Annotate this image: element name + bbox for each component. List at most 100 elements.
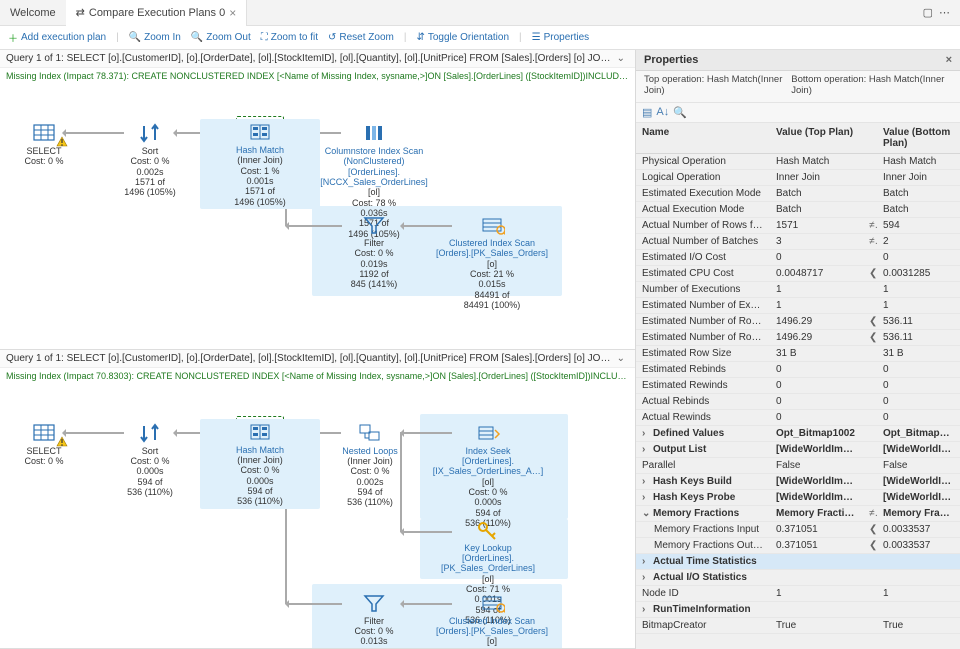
hash-match-node[interactable]: Hash Match (Inner Join) Cost: 0 % 0.000s… (200, 419, 320, 509)
property-row[interactable]: Node ID11 (636, 586, 960, 602)
clustered-index-scan-node[interactable]: Clustered Index Scan [Orders].[PK_Sales_… (432, 214, 552, 310)
zoom-out-button[interactable]: 🔍Zoom Out (191, 32, 251, 43)
property-row[interactable]: Estimated Rewinds00 (636, 378, 960, 394)
top-missing-index[interactable]: Missing Index (Impact 78.371): CREATE NO… (0, 68, 635, 84)
toggle-orientation-button[interactable]: ⇵Toggle Orientation (416, 32, 509, 43)
zoom-in-button[interactable]: 🔍Zoom In (129, 32, 181, 43)
sort-icon (90, 122, 210, 144)
select-node[interactable]: SELECT Cost: 0 % (0, 122, 104, 167)
node-title: Filter (314, 238, 434, 248)
property-row[interactable]: Physical OperationHash MatchHash Match (636, 154, 960, 170)
close-tab-icon[interactable]: × (229, 6, 236, 20)
tab-compare-plans[interactable]: ⇄ Compare Execution Plans 0 × (66, 0, 248, 26)
properties-pane: Properties × Top operation: Hash Match(I… (635, 50, 960, 649)
top-query-text: Query 1 of 1: SELECT [o].[CustomerID], [… (6, 53, 613, 64)
node-alias: [ol] (418, 477, 558, 487)
property-row[interactable]: Actual Rebinds00 (636, 394, 960, 410)
reset-zoom-button[interactable]: ↺Reset Zoom (328, 32, 394, 43)
select-icon (0, 122, 104, 144)
node-title: Nested Loops (310, 446, 430, 456)
node-stat: 0.013s (314, 636, 434, 646)
node-stat: Cost: 0 % (310, 466, 430, 476)
node-stat: 1192 of (314, 269, 434, 279)
property-row[interactable]: ›Actual Time Statistics (636, 554, 960, 570)
bottom-plan-canvas[interactable]: ▣ SELECT Cost: 0 % Sort (0, 384, 635, 649)
property-row[interactable]: Estimated Number of Rows Per Ex…1496.29❮… (636, 314, 960, 330)
node-stat: 536 (110%) (202, 496, 318, 506)
col-diff (863, 123, 877, 153)
property-row[interactable]: Estimated Row Size31 B31 B (636, 346, 960, 362)
node-stat: 0.019s (314, 259, 434, 269)
property-row[interactable]: ›RunTimeInformation (636, 602, 960, 618)
property-row[interactable]: Actual Rewinds00 (636, 410, 960, 426)
category-sort-icon[interactable]: ▤ (642, 106, 652, 119)
node-title: Key Lookup (418, 543, 558, 553)
properties-button[interactable]: ☰Properties (532, 32, 590, 43)
filter-node[interactable]: Filter Cost: 0 % 0.013s 297 of 845 (35%) (314, 592, 434, 649)
node-stat: Cost: 0 % (0, 456, 104, 466)
more-icon[interactable]: ⋯ (939, 6, 950, 19)
tab-welcome[interactable]: Welcome (0, 0, 66, 26)
node-stat: 594 of (90, 477, 210, 487)
property-row[interactable]: Number of Executions11 (636, 282, 960, 298)
node-stat: Cost: 0 % (202, 465, 318, 475)
top-query-line[interactable]: Query 1 of 1: SELECT [o].[CustomerID], [… (0, 50, 635, 68)
property-row[interactable]: Actual Execution ModeBatchBatch (636, 202, 960, 218)
property-row[interactable]: BitmapCreatorTrueTrue (636, 618, 960, 634)
property-row[interactable]: Estimated I/O Cost00 (636, 250, 960, 266)
bottom-missing-index[interactable]: Missing Index (Impact 70.8303): CREATE N… (0, 368, 635, 384)
node-title: Index Seek (418, 446, 558, 456)
node-alias: [ol] (418, 574, 558, 584)
index-seek-node[interactable]: Index Seek [OrderLines].[IX_Sales_OrderL… (418, 422, 558, 529)
node-sub: [OrderLines].[IX_Sales_OrderLines_A…] (418, 456, 558, 477)
property-row[interactable]: Estimated Number of Rows for All…1496.29… (636, 330, 960, 346)
query-chevron-icon[interactable]: ⌄ (613, 353, 629, 364)
search-icon[interactable]: 🔍 (673, 106, 687, 119)
index-seek-icon (418, 422, 558, 444)
property-row[interactable]: Estimated CPU Cost0.0048717❮0.0031285 (636, 266, 960, 282)
property-row[interactable]: ⌄Memory FractionsMemory Fractions Inpu…≠… (636, 506, 960, 522)
maximize-icon[interactable]: ▢ (923, 6, 933, 19)
property-row[interactable]: Memory Fractions Input0.371051❮0.0033537 (636, 522, 960, 538)
sort-node[interactable]: Sort Cost: 0 % 0.002s 1571 of 1496 (105%… (90, 122, 210, 198)
plans-pane: Query 1 of 1: SELECT [o].[CustomerID], [… (0, 50, 635, 649)
property-row[interactable]: ›Actual I/O Statistics (636, 570, 960, 586)
clustered-index-scan-node[interactable]: Clustered Index Scan [Orders].[PK_Sales_… (432, 592, 552, 649)
property-row[interactable]: Logical OperationInner JoinInner Join (636, 170, 960, 186)
zoom-fit-button[interactable]: ⛶Zoom to fit (261, 32, 318, 43)
node-alias: [o] (432, 636, 552, 646)
alpha-sort-icon[interactable]: A↓ (656, 106, 669, 119)
property-row[interactable]: ParallelFalseFalse (636, 458, 960, 474)
node-sub: [Orders].[PK_Sales_Orders] (432, 626, 552, 636)
property-row[interactable]: ›Hash Keys Probe[WideWorldImporters]…[Wi… (636, 490, 960, 506)
property-row[interactable]: ›Defined ValuesOpt_Bitmap1002Opt_Bitmap1… (636, 426, 960, 442)
property-row[interactable]: Actual Number of Rows for All Ex…1571≠59… (636, 218, 960, 234)
nested-loops-node[interactable]: Nested Loops (Inner Join) Cost: 0 % 0.00… (310, 422, 430, 508)
node-sub: [OrderLines].[PK_Sales_OrderLines] (418, 553, 558, 574)
node-title: Filter (314, 616, 434, 626)
add-plan-button[interactable]: ＋Add execution plan (8, 30, 106, 45)
property-row[interactable]: Estimated Execution ModeBatchBatch (636, 186, 960, 202)
top-plan: Query 1 of 1: SELECT [o].[CustomerID], [… (0, 50, 635, 350)
property-row[interactable]: Estimated Number of Executions11 (636, 298, 960, 314)
bottom-query-line[interactable]: Query 1 of 1: SELECT [o].[CustomerID], [… (0, 350, 635, 368)
close-properties-icon[interactable]: × (946, 54, 952, 66)
node-sub: (Inner Join) (202, 455, 318, 465)
property-row[interactable]: Memory Fractions Output0.371051❮0.003353… (636, 538, 960, 554)
property-row[interactable]: Estimated Rebinds00 (636, 362, 960, 378)
property-row[interactable]: ›Output List[WideWorldImporters]…[WideWo… (636, 442, 960, 458)
top-operation-label: Top operation: Hash Match(Inner Join) (644, 74, 791, 96)
warning-icon (56, 136, 68, 148)
property-row[interactable]: ›Hash Keys Build[WideWorldImporters]…[Wi… (636, 474, 960, 490)
node-title: SELECT (0, 146, 104, 156)
query-chevron-icon[interactable]: ⌄ (613, 53, 629, 64)
properties-columns-header: Name Value (Top Plan) Value (Bottom Plan… (636, 123, 960, 154)
select-node[interactable]: SELECT Cost: 0 % (0, 422, 104, 467)
sort-node[interactable]: Sort Cost: 0 % 0.000s 594 of 536 (110%) (90, 422, 210, 498)
properties-grid[interactable]: Physical OperationHash MatchHash MatchLo… (636, 154, 960, 649)
property-row[interactable]: Actual Number of Batches3≠2 (636, 234, 960, 250)
node-stat: Cost: 21 % (432, 269, 552, 279)
top-plan-canvas[interactable]: ▣ SELECT Cost: 0 % Sort Cost: 0 % (0, 84, 635, 349)
filter-node[interactable]: Filter Cost: 0 % 0.019s 1192 of 845 (141… (314, 214, 434, 290)
node-stat: Cost: 0 % (314, 248, 434, 258)
